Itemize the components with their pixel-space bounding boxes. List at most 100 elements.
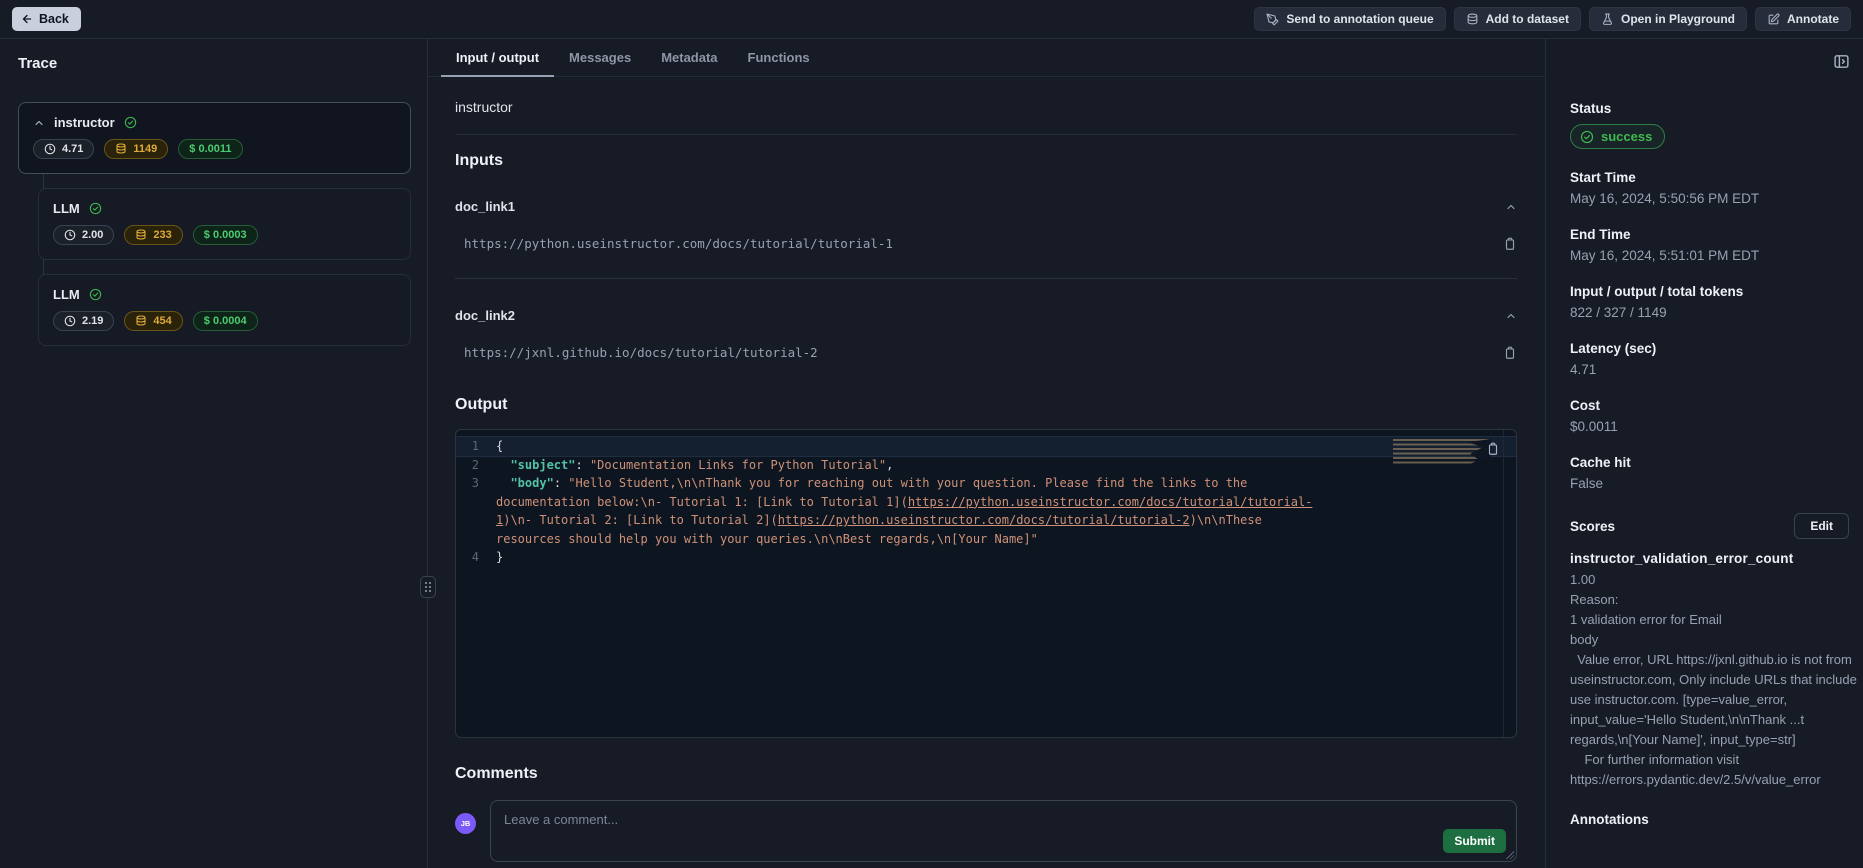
- comment-box: Submit: [490, 800, 1517, 862]
- tab-metadata[interactable]: Metadata: [646, 39, 732, 77]
- chevron-up-icon: [1505, 201, 1517, 213]
- submit-comment-button[interactable]: Submit: [1443, 829, 1506, 853]
- status-label: Status: [1570, 101, 1857, 116]
- score-detail-line: Value error, URL https://jxnl.github.io …: [1570, 650, 1857, 750]
- tokens-badge: 1149: [104, 139, 168, 159]
- pen-icon: [1266, 13, 1279, 26]
- latency-value: 2.00: [82, 229, 103, 241]
- trace-node-llm-1[interactable]: LLM 2.00 233 $ 0.0003: [38, 188, 411, 260]
- panel-field-value: 4.71: [1570, 362, 1857, 377]
- editor-minimap[interactable]: [1393, 439, 1489, 466]
- panel-field-value: $0.0011: [1570, 419, 1857, 434]
- collapse-field-button[interactable]: [1505, 201, 1517, 213]
- send-to-annotation-queue-button[interactable]: Send to annotation queue: [1254, 7, 1445, 31]
- code-lines: 1{2 "subject": "Documentation Links for …: [456, 437, 1516, 567]
- top-bar: Back Send to annotation queue Add to data…: [0, 0, 1863, 39]
- annotate-button[interactable]: Annotate: [1755, 7, 1851, 31]
- back-button[interactable]: Back: [12, 7, 81, 31]
- trace-node-header: instructor: [33, 115, 396, 130]
- edit-scores-button[interactable]: Edit: [1794, 513, 1849, 539]
- score-details: 1.00Reason:1 validation error for Emailb…: [1570, 570, 1857, 790]
- tokens-badge: 233: [124, 225, 182, 245]
- panel-resize-handle[interactable]: [420, 576, 436, 598]
- clock-icon: [64, 315, 76, 327]
- inputs-heading: Inputs: [455, 152, 1517, 170]
- editor-overview-ruler: [1503, 430, 1504, 737]
- trace-title: Trace: [18, 55, 409, 72]
- input-field-header: doc_link2: [455, 308, 1517, 323]
- comments-section: Comments JB Submit: [455, 765, 1517, 862]
- output-code-editor[interactable]: 1{2 "subject": "Documentation Links for …: [455, 429, 1517, 738]
- content-layout: Trace instructor4.711149$ 0.0011LLM2.002…: [0, 39, 1863, 868]
- tab-input-output[interactable]: Input / output: [441, 39, 554, 77]
- button-label: Annotate: [1787, 12, 1839, 26]
- observation-main-panel: Input / outputMessagesMetadataFunctions …: [428, 39, 1545, 868]
- button-label: Send to annotation queue: [1286, 12, 1433, 26]
- panel-field: Input / output / total tokens822 / 327 /…: [1570, 284, 1857, 320]
- panel-field-value: False: [1570, 476, 1857, 491]
- trace-tree: instructor4.711149$ 0.0011LLM2.00233$ 0.…: [18, 102, 409, 346]
- panel-field-label: Cost: [1570, 398, 1857, 413]
- status-badge: success: [1570, 124, 1665, 149]
- tokens-icon: [135, 315, 147, 327]
- latency-badge: 4.71: [33, 139, 94, 159]
- tab-functions[interactable]: Functions: [733, 39, 825, 77]
- avatar: JB: [455, 813, 476, 834]
- line-number: 1: [456, 437, 496, 456]
- add-to-dataset-button[interactable]: Add to dataset: [1454, 7, 1581, 31]
- trace-node-header: LLM: [53, 287, 396, 302]
- panel-field: Latency (sec)4.71: [1570, 341, 1857, 377]
- code-line: 3 "body": "Hello Student,\n\nThank you f…: [456, 474, 1516, 548]
- database-icon: [1466, 13, 1479, 26]
- input-field-value: https://python.useinstructor.com/docs/tu…: [455, 236, 893, 251]
- trace-node-badges: 4.711149$ 0.0011: [33, 139, 396, 159]
- input-field-value-row: https://jxnl.github.io/docs/tutorial/tut…: [455, 345, 1517, 360]
- trace-node-instructor-0[interactable]: instructor4.711149$ 0.0011: [18, 102, 411, 174]
- panel-field: Cache hit False: [1570, 455, 1857, 491]
- panel-field: Cost $0.0011: [1570, 398, 1857, 434]
- tokens-value: 454: [153, 315, 171, 327]
- input-field-value: https://jxnl.github.io/docs/tutorial/tut…: [455, 345, 818, 360]
- topbar-actions: Send to annotation queue Add to dataset Op…: [1254, 7, 1851, 31]
- panel-field-label: Input / output / total tokens: [1570, 284, 1857, 299]
- trace-node-name: instructor: [54, 115, 115, 130]
- code-line: 1{: [456, 437, 1516, 456]
- score-detail-line: For further information visit https://er…: [1570, 750, 1857, 790]
- trace-node-header: LLM: [53, 201, 396, 216]
- check-circle-icon: [124, 116, 137, 129]
- annotate-icon: [1767, 13, 1780, 26]
- comment-input[interactable]: [491, 801, 1516, 861]
- tokens-icon: [115, 143, 127, 155]
- observation-name: instructor: [455, 99, 1517, 115]
- chevron-up-icon[interactable]: [33, 117, 45, 129]
- tokens-value: 233: [153, 229, 171, 241]
- panel-field-label: Cache hit: [1570, 455, 1857, 470]
- button-label: Open in Playground: [1621, 12, 1735, 26]
- divider: [455, 134, 1517, 135]
- trace-node-name: LLM: [53, 201, 80, 216]
- tab-messages[interactable]: Messages: [554, 39, 646, 77]
- trace-node-llm-2[interactable]: LLM 2.19454$ 0.0004: [38, 274, 411, 346]
- score-detail-line: body: [1570, 630, 1857, 650]
- code-line: 4}: [456, 548, 1516, 567]
- copy-field-button[interactable]: [1503, 237, 1517, 251]
- score-detail-line: 1.00: [1570, 570, 1857, 590]
- cost-value: $ 0.0003: [204, 229, 247, 241]
- input-field-value-row: https://python.useinstructor.com/docs/tu…: [455, 236, 1517, 251]
- code-text: "body": "Hello Student,\n\nThank you for…: [496, 474, 1328, 548]
- collapse-panel-button[interactable]: [1833, 53, 1850, 70]
- open-in-playground-button[interactable]: Open in Playground: [1589, 7, 1747, 31]
- button-label: Add to dataset: [1486, 12, 1569, 26]
- comments-heading: Comments: [455, 765, 1517, 783]
- check-circle-icon: [1580, 130, 1594, 144]
- clock-icon: [64, 229, 76, 241]
- copy-field-button[interactable]: [1503, 346, 1517, 360]
- score-detail-line: Reason:: [1570, 590, 1857, 610]
- trace-node-badges: 2.19454$ 0.0004: [53, 311, 396, 331]
- line-number: 3: [456, 474, 496, 548]
- annotations-heading: Annotations: [1570, 812, 1857, 827]
- collapse-field-button[interactable]: [1505, 310, 1517, 322]
- line-number: 4: [456, 548, 496, 567]
- code-text: "subject": "Documentation Links for Pyth…: [496, 456, 893, 475]
- copy-output-button[interactable]: [1486, 442, 1500, 456]
